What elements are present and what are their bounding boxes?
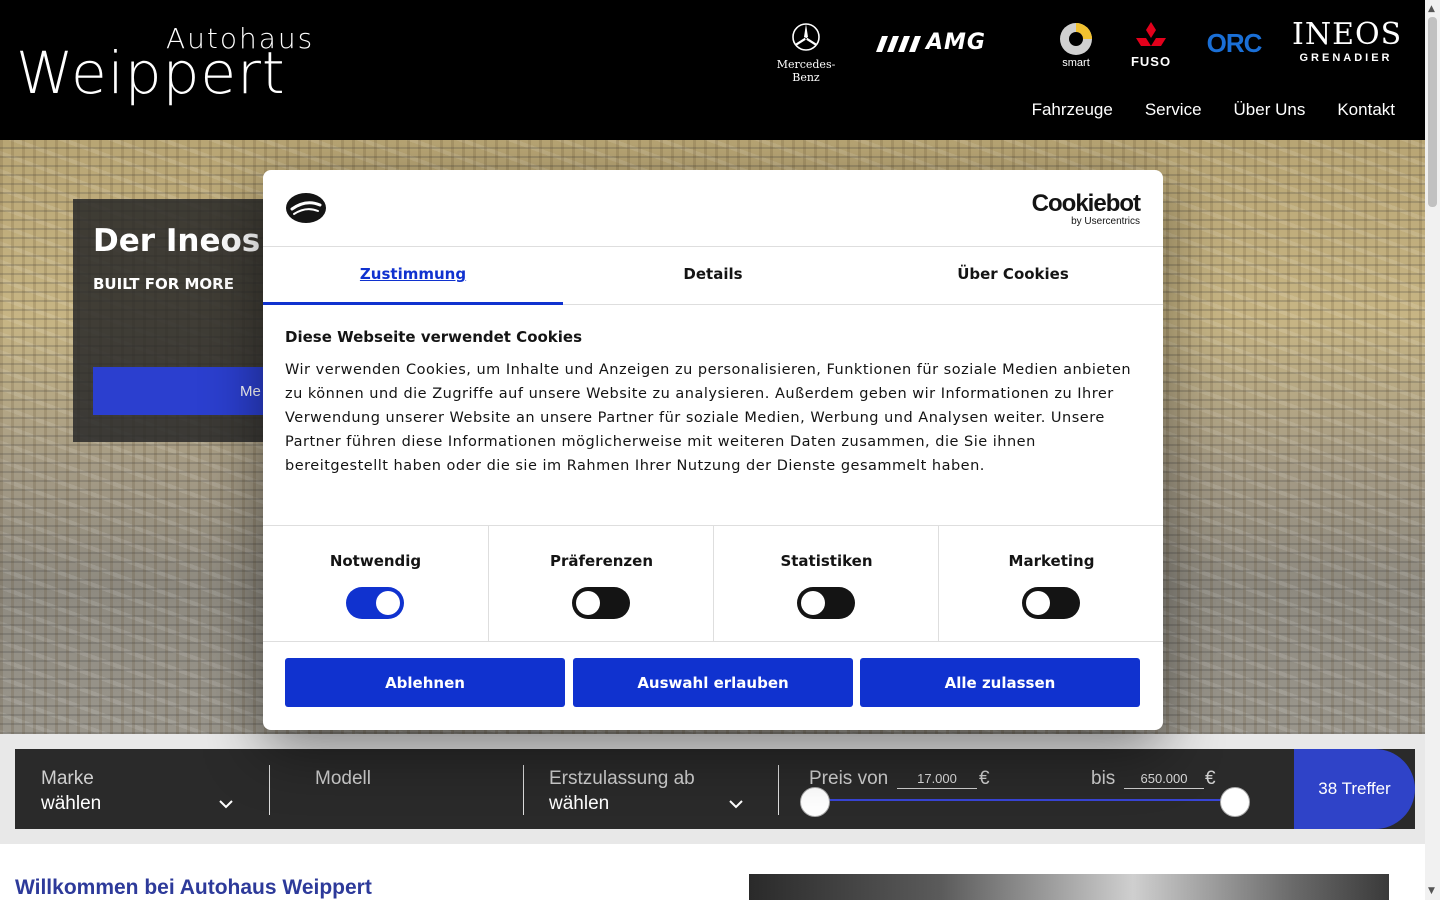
preis-von-label: Preis von	[809, 768, 889, 789]
cookie-dialog-header: Cookiebot by Usercentrics	[263, 170, 1163, 247]
toggle-label-notwendig: Notwendig	[329, 552, 422, 570]
chevron-down-icon	[729, 793, 743, 814]
chevron-down-icon	[219, 793, 233, 814]
scrollbar-thumb[interactable]	[1428, 17, 1437, 207]
smart-label: smart	[1062, 57, 1090, 69]
nav-item-fahrzeuge[interactable]: Fahrzeuge	[1032, 100, 1113, 120]
scroll-up-arrow-icon[interactable]: ▲	[1428, 4, 1435, 14]
auswahl-erlauben-button[interactable]: Auswahl erlauben	[573, 658, 853, 707]
cookie-tabs: Zustimmung Details Über Cookies	[263, 247, 1163, 305]
mercedes-benz-label: Mercedes-Benz	[776, 58, 836, 84]
treffer-search-button[interactable]: 38 Treffer	[1294, 749, 1415, 829]
welcome-heading: Willkommen bei Autohaus Weippert	[15, 876, 372, 899]
hero-subtitle: BUILT FOR MORE	[93, 275, 234, 293]
alle-zulassen-button[interactable]: Alle zulassen	[860, 658, 1140, 707]
mercedes-benz-logo[interactable]: Mercedes-Benz	[766, 22, 846, 84]
amg-label: AMG	[926, 30, 986, 55]
marke-select[interactable]: Marke wählen	[15, 749, 269, 829]
ineos-label: INEOS	[1292, 17, 1403, 52]
cookie-heading: Diese Webseite verwendet Cookies	[285, 328, 583, 346]
toggle-statistiken[interactable]	[797, 587, 855, 619]
nav-item-service[interactable]: Service	[1145, 100, 1202, 120]
toggle-knob	[576, 591, 600, 615]
toggle-label-statistiken: Statistiken	[780, 552, 873, 570]
ablehnen-button[interactable]: Ablehnen	[285, 658, 565, 707]
toggle-cell-notwendig: Notwendig	[263, 526, 488, 642]
toggle-cell-statistiken: Statistiken	[713, 526, 938, 642]
marke-value: wählen	[41, 793, 102, 814]
euro-sign: €	[1205, 768, 1216, 789]
tab-ueber-cookies[interactable]: Über Cookies	[863, 247, 1163, 305]
fuso-label: FUSO	[1130, 54, 1172, 69]
nav-item-ueber-uns[interactable]: Über Uns	[1234, 100, 1306, 120]
cookie-dialog-body: Diese Webseite verwendet Cookies Wir ver…	[285, 328, 1141, 478]
cookiebot-brand-byline: by Usercentrics	[1071, 216, 1140, 227]
tab-zustimmung[interactable]: Zustimmung	[263, 247, 563, 305]
mercedes-star-icon	[792, 23, 820, 51]
cookiebot-brand-logo[interactable]: Cookiebot by Usercentrics	[1031, 190, 1141, 228]
erstzulassung-select[interactable]: Erstzulassung ab wählen	[524, 749, 778, 829]
preis-bis-label: bis	[1091, 768, 1116, 789]
euro-sign: €	[979, 768, 990, 789]
price-range-filter: Preis von € bis €	[779, 749, 1294, 829]
main-nav: Fahrzeuge Service Über Uns Kontakt	[1032, 100, 1395, 120]
ineos-grenadier-logo[interactable]: INEOS GRENADIER	[1292, 17, 1403, 65]
cookie-category-toggles: Notwendig Präferenzen Statistiken Market…	[263, 525, 1163, 642]
price-slider-min-handle[interactable]	[800, 787, 830, 817]
preis-von-input[interactable]	[897, 769, 977, 789]
toggle-marketing[interactable]	[1022, 587, 1080, 619]
toggle-notwendig[interactable]	[346, 587, 404, 619]
orc-label: ORC	[1206, 28, 1263, 58]
toggle-label-marketing: Marketing	[1008, 552, 1095, 570]
toggle-label-praeferenzen: Präferenzen	[549, 552, 654, 570]
toggle-knob	[376, 591, 400, 615]
toggle-cell-praeferenzen: Präferenzen	[488, 526, 713, 642]
preis-bis-input[interactable]	[1124, 769, 1204, 789]
toggle-cell-marketing: Marketing	[938, 526, 1163, 642]
scroll-down-arrow-icon[interactable]: ▼	[1428, 886, 1435, 896]
erstzulassung-label: Erstzulassung ab	[549, 768, 695, 789]
toggle-knob	[1026, 591, 1050, 615]
modell-label: Modell	[315, 768, 371, 789]
fuso-logo[interactable]: FUSO	[1126, 22, 1176, 69]
vehicle-search-bar: Marke wählen Modell Erstzulassung ab wäh…	[15, 749, 1415, 829]
price-slider-max-handle[interactable]	[1220, 787, 1250, 817]
tab-details[interactable]: Details	[563, 247, 863, 305]
welcome-photo	[749, 874, 1389, 900]
toggle-praeferenzen[interactable]	[572, 587, 630, 619]
mitsubishi-diamonds-icon	[1136, 22, 1166, 46]
amg-logo[interactable]: AMG	[876, 30, 1022, 55]
nav-item-kontakt[interactable]: Kontakt	[1337, 100, 1395, 120]
cookiebot-icon	[286, 193, 326, 223]
smart-icon	[1060, 23, 1092, 55]
toggle-knob	[801, 591, 825, 615]
marke-label: Marke	[41, 768, 94, 789]
site-header: Autohaus Weippert Mercedes-Benz AMG smar…	[0, 0, 1425, 140]
cookie-description: Wir verwenden Cookies, um Inhalte und An…	[285, 362, 1132, 474]
grenadier-label: GRENADIER	[1299, 52, 1393, 64]
page-scrollbar[interactable]: ▲ ▼	[1425, 0, 1440, 900]
site-logo[interactable]: Autohaus Weippert	[16, 20, 366, 107]
modell-select[interactable]: Modell	[270, 749, 523, 829]
vehicle-search-section: Marke wählen Modell Erstzulassung ab wäh…	[0, 734, 1425, 844]
cookiebot-brand-name: Cookiebot	[1031, 190, 1141, 217]
logo-text-weippert: Weippert	[16, 39, 286, 107]
orc-logo[interactable]: ORC	[1203, 28, 1265, 59]
smart-logo[interactable]: smart	[1056, 22, 1096, 69]
cookie-consent-dialog: Cookiebot by Usercentrics Zustimmung Det…	[263, 170, 1163, 730]
price-slider-track[interactable]	[815, 799, 1235, 801]
erstzulassung-value: wählen	[549, 793, 610, 814]
